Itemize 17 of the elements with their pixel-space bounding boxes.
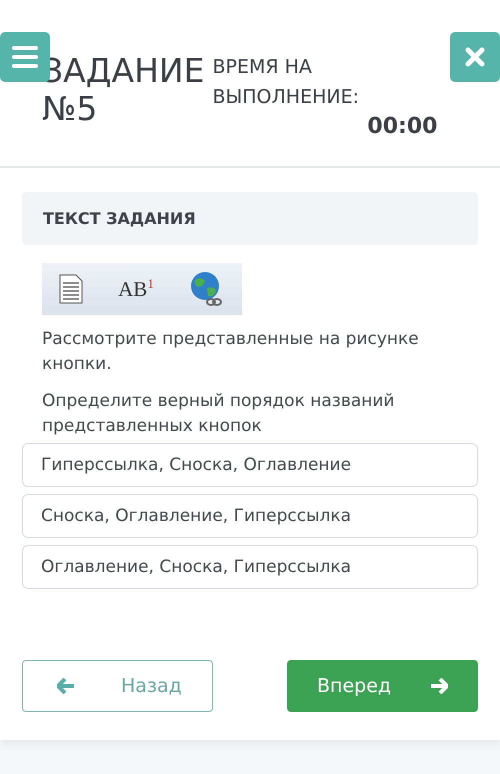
task-text: Определите верный порядок названий представленных кнопок (42, 390, 396, 438)
close-button[interactable] (450, 32, 500, 82)
task-number: №5 (42, 90, 98, 128)
section-title: ТЕКСТ ЗАДАНИЯ (43, 209, 196, 228)
timer-value: 00:00 (367, 114, 438, 139)
timer-label: ВРЕМЯ НА ВЫПОЛНЕНИЕ: (212, 55, 360, 110)
footnote-icon: AB$^{1}$ (118, 276, 154, 302)
close-icon (465, 47, 485, 67)
menu-icon (12, 46, 38, 68)
globe-link-icon (188, 271, 225, 307)
task-text: Рассмотрите представленные на рисунке кнопки. (42, 328, 420, 376)
answer-option[interactable]: Гиперссылка, Сноска, Оглавление (22, 443, 478, 487)
arrow-right-icon (430, 678, 448, 694)
arrow-left-icon (57, 678, 75, 694)
answer-option[interactable]: Оглавление, Сноска, Гиперссылка (22, 545, 478, 589)
document-icon (59, 274, 84, 304)
answer-option[interactable]: Сноска, Оглавление, Гиперссылка (22, 494, 478, 538)
